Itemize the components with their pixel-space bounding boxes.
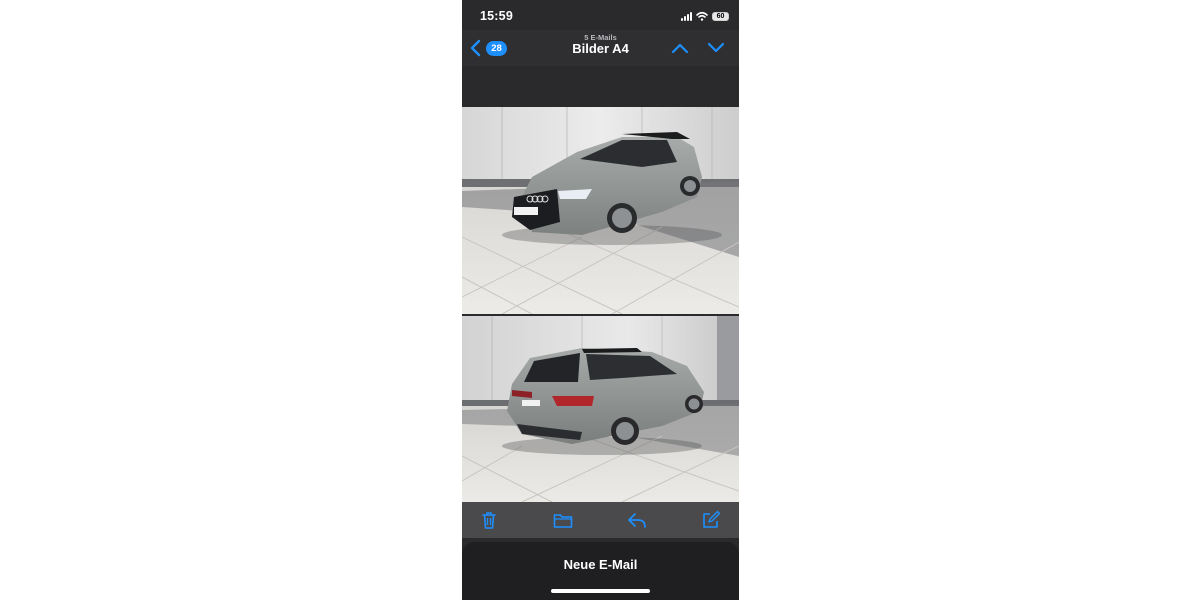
home-indicator[interactable] [551,589,650,593]
phone-screen: 15:59 60 28 5 E-Mails Bilder A4 Neue E-M… [462,0,739,600]
status-time: 15:59 [480,9,513,23]
signal-icon [681,11,692,21]
battery-icon: 60 [712,11,729,21]
trash-icon[interactable] [479,510,499,530]
chevron-down-icon[interactable] [706,40,726,56]
wifi-icon [696,11,708,21]
mail-toolbar [462,502,739,538]
mail-nav-bar: 28 5 E-Mails Bilder A4 [462,30,739,66]
message-body-top [462,66,739,107]
compose-icon[interactable] [701,510,721,530]
chevron-up-icon[interactable] [670,40,690,56]
new-mail-drafts-bar[interactable]: Neue E-Mail [462,542,739,600]
reply-icon[interactable] [627,510,647,530]
nav-title: Bilder A4 [572,41,629,56]
folder-icon[interactable] [553,510,573,530]
status-icons: 60 [681,10,729,22]
car-front-photo[interactable] [462,107,739,314]
status-bar: 15:59 60 [462,0,739,30]
new-mail-label: Neue E-Mail [563,557,638,572]
car-rear-photo[interactable] [462,316,739,502]
